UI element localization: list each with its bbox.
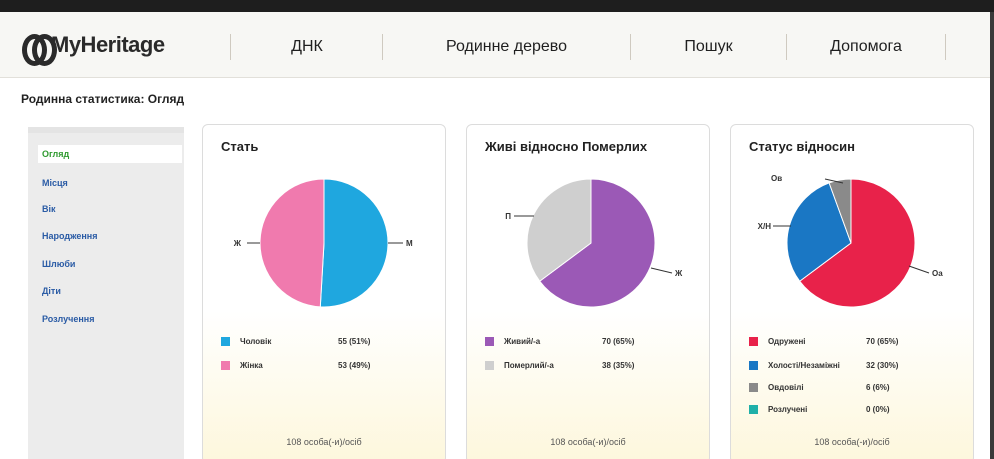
logo-text: MyHeritage bbox=[51, 32, 165, 57]
window-right-edge bbox=[990, 12, 994, 459]
legend-label: Холості/Незаміжні bbox=[768, 361, 840, 370]
pie-slice-label: М bbox=[406, 239, 413, 248]
top-navigation: MyHeritage ДНК Родинне дерево Пошук Допо… bbox=[0, 12, 990, 78]
sidebar-item-age[interactable]: Вік bbox=[42, 204, 56, 214]
legend-row: Чоловік 55 (51%) bbox=[221, 337, 370, 346]
window-top-bar bbox=[0, 0, 994, 12]
nav-separator bbox=[945, 34, 946, 60]
legend-value: 38 (35%) bbox=[602, 361, 635, 370]
card-footer: 108 особа(-и)/осіб bbox=[550, 437, 626, 447]
legend-swatch bbox=[221, 337, 230, 346]
legend-row: Жінка 53 (49%) bbox=[221, 361, 370, 370]
card-footer: 108 особа(-и)/осіб bbox=[814, 437, 890, 447]
gender-pie-chart: МЖ bbox=[233, 178, 413, 308]
sidebar-item-places[interactable]: Місця bbox=[42, 178, 68, 188]
sidebar: Огляд Місця Вік Народження Шлюби Діти Ро… bbox=[28, 127, 184, 459]
pie-slice-label: П bbox=[505, 212, 511, 221]
sidebar-item-marriages[interactable]: Шлюби bbox=[42, 259, 75, 269]
sidebar-item-children[interactable]: Діти bbox=[42, 286, 61, 296]
page-title: Родинна статистика: Огляд bbox=[21, 92, 185, 106]
legend-swatch bbox=[749, 361, 758, 370]
myheritage-logo[interactable]: MyHeritage bbox=[22, 32, 165, 66]
sidebar-item-divorces[interactable]: Розлучення bbox=[42, 314, 94, 324]
legend-row: Живий/-а 70 (65%) bbox=[485, 337, 634, 346]
pie-slice-1[interactable] bbox=[319, 178, 389, 308]
living-deceased-pie-chart: ЖП bbox=[505, 178, 683, 308]
legend-swatch bbox=[485, 361, 494, 370]
legend-row: Одружені 70 (65%) bbox=[749, 337, 898, 346]
legend-swatch bbox=[749, 405, 758, 414]
pie-slice-label: Оа bbox=[932, 269, 943, 278]
myheritage-logo-icon bbox=[22, 32, 57, 66]
legend-row: Розлучені 0 (0%) bbox=[749, 405, 890, 414]
legend-value: 55 (51%) bbox=[338, 337, 371, 346]
legend-label: Живий/-а bbox=[504, 337, 541, 346]
legend-value: 53 (49%) bbox=[338, 361, 371, 370]
legend-label: Померлий/-а bbox=[504, 361, 554, 370]
legend-row: Овдовілі 6 (6%) bbox=[749, 383, 890, 392]
nav-item-dna[interactable]: ДНК bbox=[232, 38, 382, 56]
legend-swatch bbox=[749, 337, 758, 346]
legend-value: 70 (65%) bbox=[602, 337, 635, 346]
pie-label-leader bbox=[650, 267, 673, 274]
legend-swatch bbox=[221, 361, 230, 370]
sidebar-item-births[interactable]: Народження bbox=[42, 231, 98, 241]
legend-label: Одружені bbox=[768, 337, 806, 346]
nav-item-help[interactable]: Допомога bbox=[787, 38, 945, 56]
legend-swatch bbox=[749, 383, 758, 392]
pie-slice-label: Ов bbox=[771, 174, 782, 183]
gender-card: Стать МЖ Чоловік 55 (51%) Жінка 53 (49%)… bbox=[202, 124, 446, 459]
legend-value: 0 (0%) bbox=[866, 405, 890, 414]
pie-label-leader bbox=[908, 265, 930, 274]
pie-slice-2[interactable] bbox=[259, 178, 325, 308]
sidebar-item-overview[interactable]: Огляд bbox=[38, 145, 182, 163]
nav-item-search[interactable]: Пошук bbox=[631, 38, 786, 56]
legend-swatch bbox=[485, 337, 494, 346]
nav-separator bbox=[230, 34, 231, 60]
card-footer: 108 особа(-и)/осіб bbox=[286, 437, 362, 447]
legend-label: Чоловік bbox=[240, 337, 272, 346]
relationship-status-card: Статус відносин Оа Х/Н Ов Одружені 70 (65%… bbox=[730, 124, 974, 459]
legend-value: 70 (65%) bbox=[866, 337, 899, 346]
relationship-status-pie-chart: Оа Х/Н Ов bbox=[758, 174, 943, 308]
legend-value: 6 (6%) bbox=[866, 383, 890, 392]
pie-slice-label: Ж bbox=[233, 239, 242, 248]
living-deceased-card: Живі відносно Померлих ЖП Живий/-а 70 (6… bbox=[466, 124, 710, 459]
legend-label: Овдовілі bbox=[768, 383, 804, 392]
nav-item-family-tree[interactable]: Родинне дерево bbox=[383, 38, 630, 56]
pie-slice-label: Х/Н bbox=[758, 222, 772, 231]
legend-row: Померлий/-а 38 (35%) bbox=[485, 361, 634, 370]
legend-row: Холості/Незаміжні 32 (30%) bbox=[749, 361, 898, 370]
legend-label: Жінка bbox=[240, 361, 263, 370]
legend-label: Розлучені bbox=[768, 405, 808, 414]
pie-slice-label: Ж bbox=[674, 269, 683, 278]
legend-value: 32 (30%) bbox=[866, 361, 899, 370]
